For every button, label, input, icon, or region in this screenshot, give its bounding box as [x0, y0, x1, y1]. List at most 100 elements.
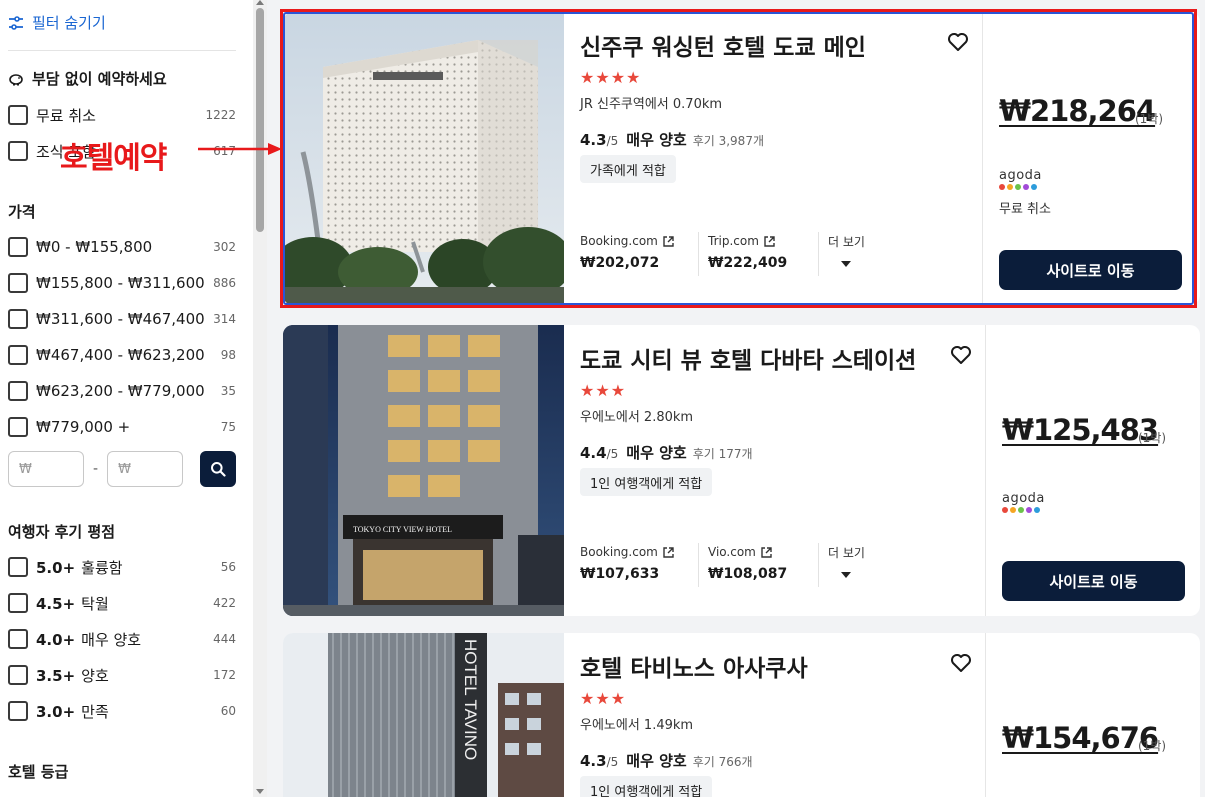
checkbox[interactable] — [8, 345, 28, 365]
star-rating: ★★★★ — [580, 68, 642, 87]
search-icon — [211, 462, 226, 477]
hotel-photo-image: TOKYO CITY VIEW HOTEL — [283, 325, 564, 616]
review-section-title: 여행자 후기 평점 — [8, 523, 116, 541]
free-cancel-label: 무료 취소 — [999, 202, 1051, 217]
hotel-name[interactable]: 도쿄 시티 뷰 호텔 다바타 스테이션 — [580, 341, 916, 375]
filter-review-score[interactable]: 3.0+ 만족 60 — [8, 699, 236, 723]
suitability-tag: 가족에게 적합 — [580, 155, 676, 183]
heart-icon[interactable] — [947, 32, 969, 52]
checkbox[interactable] — [8, 273, 28, 293]
caret-down-icon[interactable] — [841, 261, 851, 267]
filter-price-range[interactable]: ₩311,600 - ₩467,400 314 — [8, 307, 236, 331]
hotel-card[interactable]: TOKYO CITY VIEW HOTEL 도쿄 시티 뷰 호텔 다바타 스테이… — [283, 325, 1200, 616]
annotation-label: 호텔예약 — [60, 141, 167, 176]
filter-review-score[interactable]: 3.5+ 양호 172 — [8, 663, 236, 687]
per-night-label: (1박) — [1135, 112, 1164, 126]
more-deals-button[interactable]: 더 보기 — [828, 544, 865, 561]
hotel-distance: JR 신주쿠역에서 0.70km — [580, 97, 723, 112]
suitability-tag: 1인 여행객에게 적합 — [580, 468, 713, 496]
price-range-inputs: ₩ - ₩ — [8, 451, 236, 487]
provider-deal[interactable]: Booking.com ₩202,072 — [580, 234, 674, 271]
filter-review-score[interactable]: 4.0+ 매우 양호 444 — [8, 627, 236, 651]
provider-divider — [818, 232, 819, 276]
main-price[interactable]: ₩125,483 — [1002, 413, 1159, 447]
price-column-divider — [985, 633, 986, 797]
provider-deal[interactable]: Trip.com ₩222,409 — [708, 234, 787, 271]
filter-review-score[interactable]: 5.0+ 훌륭함 56 — [8, 555, 236, 579]
checkbox[interactable] — [8, 593, 28, 613]
go-to-site-button[interactable]: 사이트로 이동 — [1002, 561, 1185, 601]
agoda-logo: agoda — [999, 168, 1042, 190]
hide-filters-button[interactable]: 필터 숨기기 — [8, 12, 106, 33]
star-rating: ★★★ — [580, 689, 627, 708]
provider-deal[interactable]: Vio.com ₩108,087 — [708, 545, 787, 582]
sliders-icon — [9, 15, 23, 30]
external-link-icon — [663, 546, 674, 558]
filter-price-range[interactable]: ₩779,000 +75 — [8, 415, 236, 439]
review-rating: 4.3 /5 매우 양호 후기 766개 — [580, 752, 753, 770]
scroll-down-arrow-icon[interactable] — [256, 789, 264, 794]
filter-price-range[interactable]: ₩467,400 - ₩623,200 98 — [8, 343, 236, 367]
checkbox[interactable] — [8, 417, 28, 437]
review-rating: 4.4 /5 매우 양호 후기 177개 — [580, 444, 753, 462]
star-rating: ★★★ — [580, 381, 627, 400]
more-deals-button[interactable]: 더 보기 — [828, 233, 865, 250]
hotel-card[interactable]: HOTEL TAVINO 호텔 타비노스 아사쿠사 ★★★ 우에노에서 1.49… — [283, 633, 1200, 797]
hotel-photo[interactable] — [283, 12, 564, 305]
checkbox[interactable] — [8, 557, 28, 577]
filter-free-cancel[interactable]: 무료 취소 1222 — [8, 103, 236, 127]
main-price[interactable]: ₩218,264 — [999, 94, 1156, 128]
review-rating: 4.3 /5 매우 양호 후기 3,987개 — [580, 131, 764, 149]
provider-deal[interactable]: Booking.com ₩107,633 — [580, 545, 674, 582]
filter-price-range[interactable]: ₩155,800 - ₩311,600 886 — [8, 271, 236, 295]
max-price-input[interactable]: ₩ — [107, 451, 184, 487]
main-price[interactable]: ₩154,676 — [1002, 721, 1159, 755]
sidebar-divider — [8, 50, 236, 51]
provider-divider — [698, 543, 699, 587]
go-to-site-button[interactable]: 사이트로 이동 — [999, 250, 1182, 290]
heart-icon[interactable] — [950, 345, 972, 365]
price-column-divider — [982, 12, 983, 305]
piggy-bank-icon — [9, 73, 23, 85]
hotel-photo[interactable]: TOKYO CITY VIEW HOTEL — [283, 325, 564, 616]
filter-price-range[interactable]: ₩0 - ₩155,800 302 — [8, 235, 236, 259]
price-column-divider — [985, 325, 986, 616]
range-dash: - — [93, 461, 99, 477]
per-night-label: (1박) — [1138, 739, 1167, 753]
hotel-name[interactable]: 신주쿠 워싱턴 호텔 도쿄 메인 — [580, 28, 866, 62]
hotel-distance: 우에노에서 2.80km — [580, 410, 694, 425]
checkbox[interactable] — [8, 309, 28, 329]
checkbox[interactable] — [8, 701, 28, 721]
agoda-logo: agoda — [1002, 491, 1045, 513]
hotel-distance: 우에노에서 1.49km — [580, 718, 694, 733]
booking-section-title: 부담 없이 예약하세요 — [8, 68, 167, 89]
hotel-name[interactable]: 호텔 타비노스 아사쿠사 — [580, 649, 808, 683]
checkbox[interactable] — [8, 105, 28, 125]
filter-review-score[interactable]: 4.5+ 탁월 422 — [8, 591, 236, 615]
caret-down-icon[interactable] — [841, 572, 851, 578]
external-link-icon — [764, 235, 775, 247]
heart-icon[interactable] — [950, 653, 972, 673]
checkbox[interactable] — [8, 381, 28, 401]
filter-price-range[interactable]: ₩623,200 - ₩779,000 35 — [8, 379, 236, 403]
checkbox[interactable] — [8, 141, 28, 161]
checkbox[interactable] — [8, 665, 28, 685]
checkbox[interactable] — [8, 629, 28, 649]
filter-sidebar: 필터 숨기기 부담 없이 예약하세요 무료 취소 1222 조식 포함 617 가격… — [0, 0, 253, 797]
hide-filters-label: 필터 숨기기 — [32, 14, 106, 32]
per-night-label: (1박) — [1138, 431, 1167, 445]
min-price-input[interactable]: ₩ — [8, 451, 84, 487]
hotel-sign-text: TOKYO CITY VIEW HOTEL — [353, 525, 452, 534]
price-section-title: 가격 — [8, 203, 36, 221]
hotel-photo-image: HOTEL TAVINO — [283, 633, 564, 797]
hotel-card[interactable]: 신주쿠 워싱턴 호텔 도쿄 메인 ★★★★ JR 신주쿠역에서 0.70km 4… — [283, 12, 1200, 305]
price-search-button[interactable] — [200, 451, 236, 487]
scroll-thumb[interactable] — [256, 8, 264, 232]
checkbox[interactable] — [8, 237, 28, 257]
external-link-icon — [663, 235, 674, 247]
suitability-tag: 1인 여행객에게 적합 — [580, 776, 713, 797]
hotel-photo-image — [283, 12, 564, 305]
scroll-up-arrow-icon[interactable] — [256, 0, 264, 5]
hotel-photo[interactable]: HOTEL TAVINO — [283, 633, 564, 797]
sidebar-scrollbar[interactable] — [253, 0, 267, 797]
